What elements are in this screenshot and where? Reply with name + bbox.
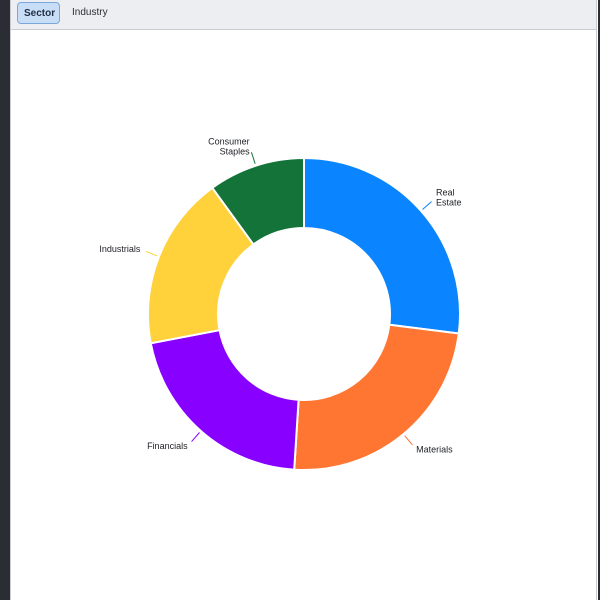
tab-industry[interactable]: Industry <box>66 2 114 24</box>
slice-label-industrials: Industrials <box>99 244 141 254</box>
window: Sector Industry Real Estate Materials Finan… <box>0 0 600 600</box>
leader-line-materials <box>404 435 413 446</box>
slice-label-consumer-staples: Consumer Staples <box>208 137 250 157</box>
slice-label-materials: Materials <box>416 445 453 455</box>
slice-label-real-estate: Real Estate <box>436 188 462 208</box>
donut-chart: Real Estate Materials Financials Industrials… <box>99 137 462 471</box>
leader-line-industrials <box>145 250 158 257</box>
chart-panel: Sector Industry Real Estate Materials Finan… <box>10 0 597 600</box>
chart-area: Real Estate Materials Financials Industrials… <box>11 30 596 600</box>
window-left-edge <box>0 0 10 600</box>
tab-bar: Sector Industry <box>11 0 596 30</box>
leader-line-consumer-staples <box>250 152 256 164</box>
slice-real-estate[interactable] <box>303 156 461 335</box>
leader-line-financials <box>191 432 200 442</box>
tab-sector[interactable]: Sector <box>17 2 60 24</box>
slice-label-financials: Financials <box>147 441 188 451</box>
leader-line-real-estate <box>422 201 432 210</box>
